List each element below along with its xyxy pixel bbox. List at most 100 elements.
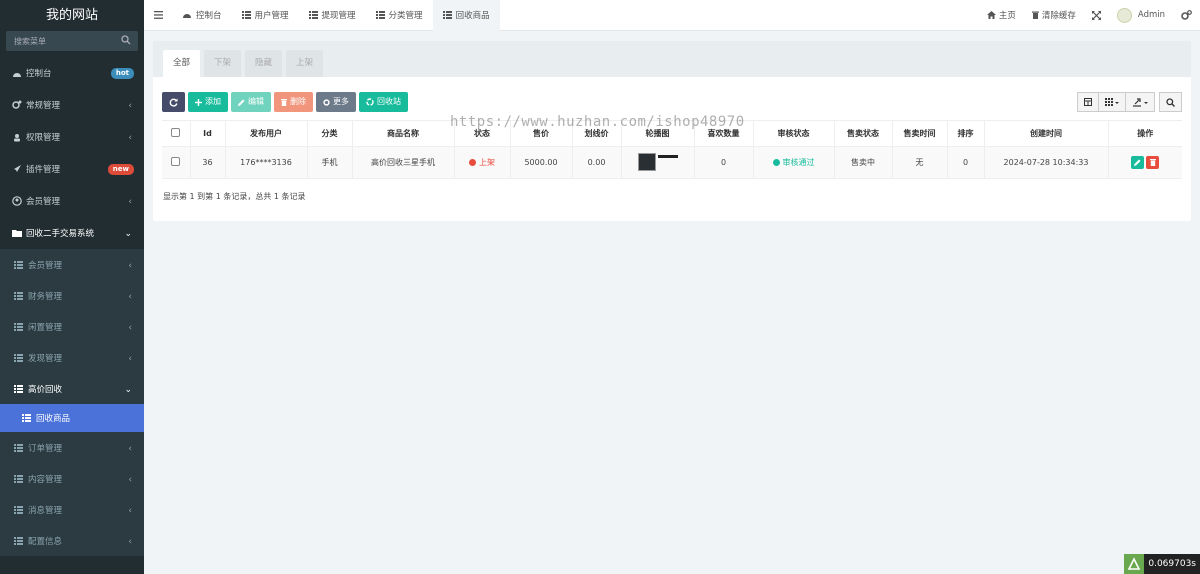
list-icon [13,443,24,453]
topbar-actions: 主页 清除缓存 Admin [979,0,1200,31]
home-link[interactable]: 主页 [979,0,1024,31]
avatar [1116,7,1132,23]
tab-users[interactable]: 用户管理 [232,0,299,31]
row-checkbox[interactable] [171,157,181,166]
sidebar-item-orders[interactable]: 订单管理 ‹ [0,432,144,463]
column-header[interactable]: 创建时间 [984,120,1109,147]
sidebar-item-label: 内容管理 [28,474,63,485]
user-circle-icon [11,196,22,206]
sidebar-item-label: 回收二手交易系统 [26,229,95,239]
refresh-icon [169,98,178,107]
cell-likes: 0 [694,146,754,179]
sidebar-item-high-recycle[interactable]: 高价回收 ⌄ [0,373,144,404]
sidebar-item-config[interactable]: 配置信息 ‹ [0,525,144,556]
tab-withdraw[interactable]: 提现管理 [299,0,366,31]
sidebar-item-sub-members[interactable]: 会员管理 ‹ [0,249,144,280]
sidebar-item-plugins[interactable]: 插件管理 new [0,153,144,185]
export-button[interactable] [1125,92,1155,112]
tab-dashboard[interactable]: 控制台 [172,0,232,31]
fullscreen-button[interactable] [1084,0,1109,31]
select-all-cell [162,120,191,147]
cell-actions [1108,146,1182,179]
menu-search [6,31,138,51]
tab-label: 分类管理 [388,11,423,21]
sidebar-item-label: 会员管理 [26,197,61,207]
cog-icon [323,98,330,106]
tab-hidden[interactable]: 隐藏 [245,50,283,77]
cell-status[interactable]: 上架 [454,146,511,179]
tab-recycle-goods[interactable]: 回收商品 [432,0,500,31]
hot-badge: hot [110,68,134,79]
edit-button[interactable]: 编辑 [231,92,271,112]
list-icon [13,505,24,515]
list-icon [13,322,24,332]
add-button[interactable]: 添加 [188,92,228,112]
delete-label: 删除 [290,97,306,106]
row-edit-button[interactable] [1131,156,1145,169]
tab-label: 用户管理 [254,11,289,21]
sidebar-item-recycle-goods[interactable]: 回收商品 [0,404,144,432]
column-header[interactable]: 审核状态 [753,120,835,147]
sidebar-item-label: 财务管理 [28,291,63,302]
column-header[interactable]: 商品名称 [352,120,455,147]
sidebar-item-recycle-system[interactable]: 回收二手交易系统 ⌄ [0,217,144,249]
cogs-icon [11,100,22,110]
list-icon [13,474,24,484]
chevron-left-icon: ‹ [128,537,132,547]
tab-category[interactable]: 分类管理 [366,0,433,31]
menu-search-input[interactable] [6,31,138,51]
list-icon [13,536,24,546]
page-trace[interactable]: 0.069703s [1124,554,1200,574]
trace-time: 0.069703s [1144,554,1200,574]
tab-off-shelf[interactable]: 下架 [204,50,242,77]
columns-button[interactable] [1098,92,1126,112]
more-button[interactable]: 更多 [316,92,356,112]
user-menu[interactable]: Admin [1109,0,1173,31]
recycle-bin-label: 回收站 [377,97,401,106]
sidebar-toggle[interactable] [144,0,172,31]
cell-line-price: 0.00 [572,146,622,179]
sidebar-item-general[interactable]: 常规管理 ‹ [0,89,144,121]
sidebar-item-label: 高价回收 [28,384,63,395]
sidebar-item-label: 权限管理 [26,133,61,143]
sidebar-item-content[interactable]: 内容管理 ‹ [0,463,144,494]
search-toggle-button[interactable] [1159,92,1182,112]
column-header[interactable]: 发布用户 [225,120,308,147]
sidebar-item-discover[interactable]: 发现管理 ‹ [0,342,144,373]
tab-on-shelf[interactable]: 上架 [286,50,324,77]
column-header[interactable]: 排序 [947,120,985,147]
sidebar-item-messages[interactable]: 消息管理 ‹ [0,494,144,525]
refresh-button[interactable] [162,92,185,112]
delete-button[interactable]: 删除 [274,92,313,112]
search-icon[interactable] [121,35,131,45]
sidebar-item-idle[interactable]: 闲置管理 ‹ [0,311,144,342]
select-all-checkbox[interactable] [171,128,181,137]
column-header[interactable]: 分类 [307,120,353,147]
settings-button[interactable] [1173,0,1200,31]
dashboard-icon [11,68,22,78]
column-header[interactable]: 售卖时间 [892,120,948,147]
sidebar-item-dashboard[interactable]: 控制台 hot [0,57,144,89]
tab-all[interactable]: 全部 [163,50,201,77]
chevron-down-icon: ⌄ [124,229,132,239]
sidebar-item-members[interactable]: 会员管理 ‹ [0,185,144,217]
toggle-view-button[interactable] [1077,92,1099,112]
cell-sale-time: 无 [892,146,948,179]
column-header[interactable]: Id [190,120,226,147]
carousel-thumbnail[interactable] [637,152,678,171]
recycle-bin-button[interactable]: 回收站 [359,92,408,112]
site-logo[interactable]: 我的网站 [0,0,144,31]
row-select-cell [162,146,191,179]
watermark: https://www.huzhan.com/ishop48970 [450,114,745,130]
plus-icon [195,98,202,106]
clear-cache-button[interactable]: 清除缓存 [1024,0,1084,31]
audit-text: 审核通过 [782,158,815,167]
grid-icon [1105,98,1119,106]
sidebar-item-auth[interactable]: 权限管理 ‹ [0,121,144,153]
sidebar-item-finance[interactable]: 财务管理 ‹ [0,280,144,311]
folder-icon [11,228,22,238]
column-header[interactable]: 售卖状态 [834,120,893,147]
sidebar-item-label: 发现管理 [28,353,63,364]
row-delete-button[interactable] [1146,156,1160,169]
new-badge: new [107,164,134,175]
